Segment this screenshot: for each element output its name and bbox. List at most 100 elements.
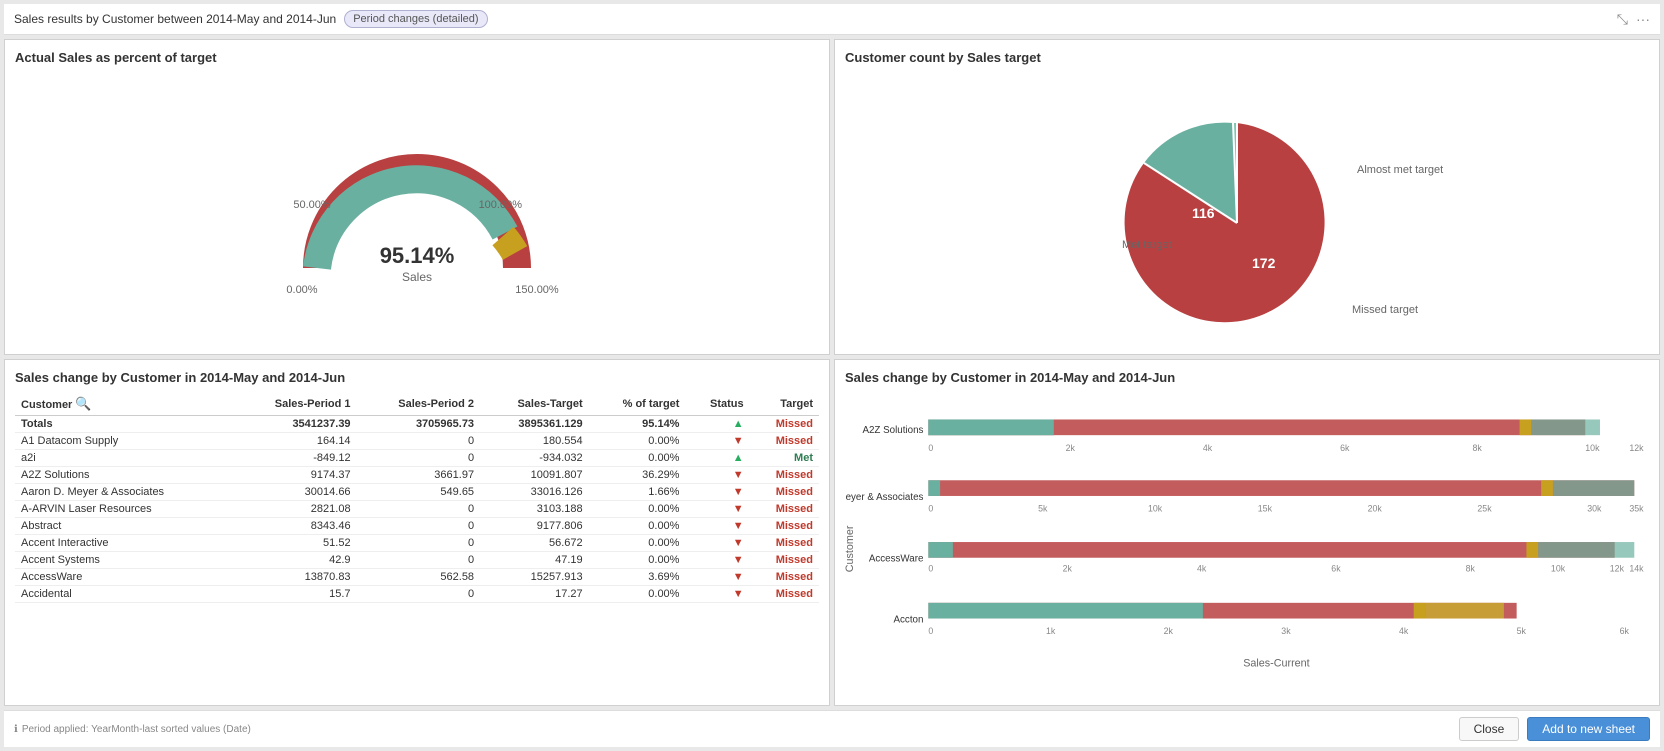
svg-text:A2Z Solutions: A2Z Solutions — [862, 425, 923, 436]
row-period2: 549.65 — [357, 483, 481, 500]
row-period1: 15.7 — [233, 585, 357, 602]
row-period1: 164.14 — [233, 432, 357, 449]
row-period2: 0 — [357, 449, 481, 466]
bar-panel: Sales change by Customer in 2014-May and… — [834, 359, 1660, 706]
table-row[interactable]: Accent Interactive 51.52 0 56.672 0.00% … — [15, 534, 819, 551]
pie-title: Customer count by Sales target — [845, 50, 1649, 65]
row-period2: 0 — [357, 517, 481, 534]
svg-text:0: 0 — [928, 443, 933, 453]
svg-text:4k: 4k — [1399, 626, 1409, 636]
table-row[interactable]: Abstract 8343.46 0 9177.806 0.00% ▼ Miss… — [15, 517, 819, 534]
table-row[interactable]: A1 Datacom Supply 164.14 0 180.554 0.00%… — [15, 432, 819, 449]
row-pct: 0.00% — [589, 517, 686, 534]
row-period2: 0 — [357, 551, 481, 568]
row-period2: 562.58 — [357, 568, 481, 585]
totals-status: Missed — [750, 415, 819, 432]
row-customer: A2Z Solutions — [15, 466, 233, 483]
period-badge[interactable]: Period changes (detailed) — [344, 10, 487, 28]
search-button[interactable]: 🔍 — [75, 396, 91, 412]
svg-text:10k: 10k — [1585, 443, 1600, 453]
svg-text:0: 0 — [928, 563, 933, 573]
row-status: Missed — [750, 500, 819, 517]
row-status: Missed — [750, 551, 819, 568]
totals-customer: Totals — [15, 415, 233, 432]
row-period2: 0 — [357, 432, 481, 449]
svg-text:Almost met target: Almost met target — [1357, 164, 1443, 176]
svg-text:0: 0 — [928, 626, 933, 636]
row-period1: 13870.83 — [233, 568, 357, 585]
bar-container: Customer A2Z Solutions 0 2k — [845, 393, 1649, 695]
table-row[interactable]: A-ARVIN Laser Resources 2821.08 0 3103.1… — [15, 500, 819, 517]
svg-text:Accton: Accton — [893, 614, 923, 625]
bottom-row: Sales change by Customer in 2014-May and… — [4, 359, 1660, 706]
svg-text:95.14%: 95.14% — [380, 243, 455, 268]
svg-text:Aaron D. Meyer & Associates: Aaron D. Meyer & Associates — [845, 492, 924, 503]
row-status: Missed — [750, 568, 819, 585]
bar-title: Sales change by Customer in 2014-May and… — [845, 370, 1649, 385]
row-period1: 42.9 — [233, 551, 357, 568]
col-pct[interactable]: % of target — [589, 393, 686, 416]
col-target-flag[interactable]: Target — [750, 393, 819, 416]
row-status: Missed — [750, 534, 819, 551]
row-target: 56.672 — [480, 534, 589, 551]
col-customer[interactable]: Customer 🔍 — [15, 393, 233, 416]
table-row[interactable]: AccessWare 13870.83 562.58 15257.913 3.6… — [15, 568, 819, 585]
totals-arrow: ▲ — [685, 415, 749, 432]
row-target: 3103.188 — [480, 500, 589, 517]
row-customer: AccessWare — [15, 568, 233, 585]
svg-text:AccessWare: AccessWare — [869, 554, 924, 565]
row-arrow: ▼ — [685, 466, 749, 483]
table-row[interactable]: a2i -849.12 0 -934.032 0.00% ▲ Met — [15, 449, 819, 466]
svg-text:3k: 3k — [1281, 626, 1291, 636]
row-target: 15257.913 — [480, 568, 589, 585]
row-customer: Aaron D. Meyer & Associates — [15, 483, 233, 500]
row-arrow: ▼ — [685, 568, 749, 585]
row-arrow: ▼ — [685, 585, 749, 602]
row-period1: -849.12 — [233, 449, 357, 466]
svg-text:Sales: Sales — [402, 270, 432, 284]
table-row[interactable]: Accidental 15.7 0 17.27 0.00% ▼ Missed — [15, 585, 819, 602]
row-target: 17.27 — [480, 585, 589, 602]
col-period1[interactable]: Sales-Period 1 — [233, 393, 357, 416]
more-icon[interactable]: ··· — [1636, 11, 1650, 28]
svg-text:6k: 6k — [1331, 563, 1341, 573]
col-status[interactable]: Status — [685, 393, 749, 416]
row-arrow: ▼ — [685, 551, 749, 568]
svg-text:2k: 2k — [1066, 443, 1076, 453]
data-table: Customer 🔍 Sales-Period 1 Sales-Period 2… — [15, 393, 819, 603]
row-target: -934.032 — [480, 449, 589, 466]
totals-period1: 3541237.39 — [233, 415, 357, 432]
row-customer: Accidental — [15, 585, 233, 602]
add-to-sheet-button[interactable]: Add to new sheet — [1527, 717, 1650, 741]
svg-text:50.00%: 50.00% — [293, 199, 331, 211]
pie-chart: Almost met target Met target Missed targ… — [1037, 73, 1457, 353]
row-pct: 1.66% — [589, 483, 686, 500]
close-button[interactable]: Close — [1459, 717, 1520, 741]
gauge-chart: 0.00% 50.00% 100.00% 150.00% 95.14% Sale… — [257, 88, 577, 328]
row-period2: 0 — [357, 500, 481, 517]
row-period1: 9174.37 — [233, 466, 357, 483]
table-row[interactable]: Aaron D. Meyer & Associates 30014.66 549… — [15, 483, 819, 500]
table-row[interactable]: A2Z Solutions 9174.37 3661.97 10091.807 … — [15, 466, 819, 483]
minimize-icon[interactable]: ⤡ — [1617, 11, 1628, 28]
svg-text:Missed target: Missed target — [1352, 304, 1418, 316]
svg-text:4k: 4k — [1203, 443, 1213, 453]
table-row[interactable]: Accent Systems 42.9 0 47.19 0.00% ▼ Miss… — [15, 551, 819, 568]
pie-container: Almost met target Met target Missed targ… — [845, 73, 1649, 353]
period-text: Period applied: YearMonth-last sorted va… — [22, 724, 251, 735]
col-target[interactable]: Sales-Target — [480, 393, 589, 416]
pie-panel: Customer count by Sales target — [834, 39, 1660, 355]
totals-period2: 3705965.73 — [357, 415, 481, 432]
row-pct: 0.00% — [589, 500, 686, 517]
period-info: ℹ Period applied: YearMonth-last sorted … — [14, 724, 251, 735]
col-period2[interactable]: Sales-Period 2 — [357, 393, 481, 416]
row-pct: 0.00% — [589, 432, 686, 449]
table-scroll[interactable]: Customer 🔍 Sales-Period 1 Sales-Period 2… — [15, 393, 819, 695]
row-arrow: ▼ — [685, 432, 749, 449]
totals-target: 3895361.129 — [480, 415, 589, 432]
row-arrow: ▼ — [685, 500, 749, 517]
svg-text:8k: 8k — [1473, 443, 1483, 453]
row-period2: 3661.97 — [357, 466, 481, 483]
row-status: Missed — [750, 517, 819, 534]
row-status: Met — [750, 449, 819, 466]
